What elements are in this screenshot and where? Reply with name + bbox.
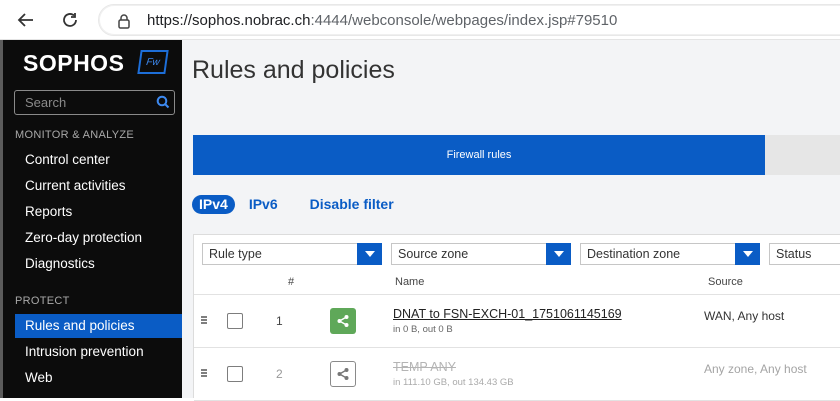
search-input[interactable] bbox=[15, 91, 155, 114]
dropdown-label: Source zone bbox=[398, 247, 469, 261]
sophos-logo: SOPHOS bbox=[23, 50, 125, 76]
ip-filter-row: IPv4 IPv6 Disable filter bbox=[192, 194, 394, 214]
search-box bbox=[14, 90, 175, 115]
dropdown-label: Destination zone bbox=[587, 247, 681, 261]
browser-toolbar: https://sophos.nobrac.ch:4444/webconsole… bbox=[0, 0, 840, 40]
row-checkbox[interactable] bbox=[227, 366, 243, 382]
rule-disabled-icon[interactable] bbox=[330, 361, 356, 387]
chevron-down-icon bbox=[735, 243, 760, 265]
sidebar-item-reports[interactable]: Reports bbox=[15, 200, 185, 224]
rule-enabled-icon[interactable] bbox=[330, 308, 356, 334]
page-title: Rules and policies bbox=[192, 56, 395, 84]
address-bar[interactable]: https://sophos.nobrac.ch:4444/webconsole… bbox=[98, 4, 840, 36]
sidebar-item-diagnostics[interactable]: Diagnostics bbox=[15, 252, 185, 276]
chevron-down-icon bbox=[546, 243, 571, 265]
reload-button[interactable] bbox=[58, 8, 82, 32]
rule-number: 2 bbox=[276, 367, 283, 381]
back-button[interactable] bbox=[14, 8, 38, 32]
section-protect: PROTECT bbox=[15, 295, 70, 307]
sidebar-item-rules-and-policies[interactable]: Rules and policies bbox=[15, 314, 185, 338]
url-path: :4444/webconsole/webpages/index.jsp#7951… bbox=[310, 12, 618, 29]
section-monitor-analyze: MONITOR & ANALYZE bbox=[15, 129, 134, 141]
reload-icon bbox=[63, 13, 77, 27]
rules-table: Rule type Source zone Destination zone S… bbox=[193, 234, 840, 401]
main-content: Rules and policies Firewall rules IPv4 I… bbox=[182, 40, 840, 401]
rule-type-dropdown[interactable]: Rule type bbox=[202, 243, 382, 265]
search-icon[interactable] bbox=[156, 95, 170, 109]
ipv6-filter[interactable]: IPv6 bbox=[249, 196, 278, 212]
chevron-down-icon bbox=[357, 243, 382, 265]
rule-traffic: in 111.10 GB, out 134.43 GB bbox=[393, 377, 514, 388]
ipv4-filter[interactable]: IPv4 bbox=[192, 194, 235, 214]
sidebar-item-zero-day-protection[interactable]: Zero-day protection bbox=[15, 226, 185, 250]
sidebar: SOPHOS Fw MONITOR & ANALYZE Control cent… bbox=[0, 40, 185, 398]
sidebar-item-control-center[interactable]: Control center bbox=[15, 148, 185, 172]
firewall-badge: Fw bbox=[137, 50, 169, 74]
filter-dropdowns: Rule type Source zone Destination zone S… bbox=[194, 235, 840, 271]
source-zone-dropdown[interactable]: Source zone bbox=[391, 243, 571, 265]
rule-source: Any zone, Any host bbox=[704, 362, 807, 376]
status-dropdown[interactable]: Status bbox=[769, 243, 840, 265]
column-number: # bbox=[288, 276, 295, 288]
table-row[interactable]: 2 TEMP ANY in 111.10 GB, out 134.43 GB A… bbox=[194, 349, 840, 401]
sidebar-item-web[interactable]: Web bbox=[15, 366, 185, 390]
tab-firewall-rules[interactable]: Firewall rules bbox=[193, 135, 765, 175]
drag-handle-icon[interactable] bbox=[201, 369, 209, 377]
url-host: https://sophos.nobrac.ch bbox=[147, 12, 311, 29]
rule-name-link[interactable]: DNAT to FSN-EXCH-01_1751061145169 bbox=[393, 307, 622, 321]
sidebar-item-current-activities[interactable]: Current activities bbox=[15, 174, 185, 198]
column-source: Source bbox=[708, 276, 743, 288]
dropdown-label: Rule type bbox=[209, 247, 262, 261]
drag-handle-icon[interactable] bbox=[201, 316, 209, 324]
url-text: https://sophos.nobrac.ch:4444/webconsole… bbox=[147, 12, 617, 29]
destination-zone-dropdown[interactable]: Destination zone bbox=[580, 243, 760, 265]
rule-number: 1 bbox=[276, 314, 283, 328]
arrow-left-icon bbox=[17, 13, 33, 27]
table-row[interactable]: 1 DNAT to FSN-EXCH-01_1751061145169 in 0… bbox=[194, 296, 840, 348]
sidebar-item-intrusion-prevention[interactable]: Intrusion prevention bbox=[15, 340, 185, 364]
rule-name-link[interactable]: TEMP ANY bbox=[393, 360, 456, 374]
column-name: Name bbox=[395, 276, 425, 288]
rule-source: WAN, Any host bbox=[704, 309, 785, 323]
lock-icon bbox=[118, 14, 130, 29]
row-checkbox[interactable] bbox=[227, 313, 243, 329]
share-icon bbox=[337, 368, 349, 380]
share-icon bbox=[337, 315, 349, 327]
rule-traffic: in 0 B, out 0 B bbox=[393, 324, 453, 335]
disable-filter-link[interactable]: Disable filter bbox=[310, 196, 394, 212]
table-header: # Name Source bbox=[194, 271, 840, 295]
dropdown-label: Status bbox=[776, 247, 812, 261]
tab-bar: Firewall rules bbox=[193, 135, 840, 175]
